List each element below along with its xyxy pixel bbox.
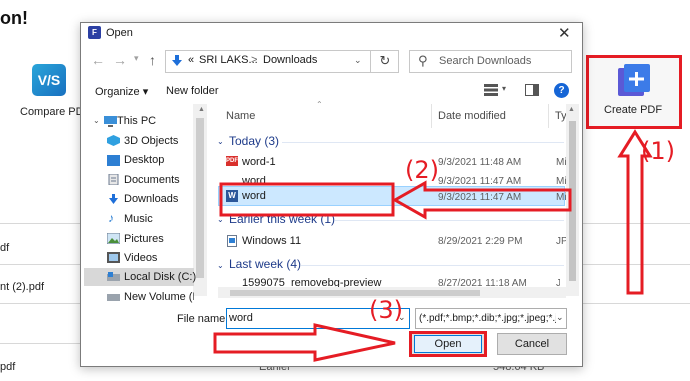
arrow-step-2 — [391, 180, 572, 220]
step-2-label: (2) — [405, 156, 439, 184]
highlight-box — [219, 182, 395, 217]
step-3-label: (3) — [369, 296, 403, 324]
step-1-label: (1) — [641, 137, 675, 165]
annotation-overlay — [213, 129, 653, 362]
arrow-step-3 — [213, 323, 396, 362]
